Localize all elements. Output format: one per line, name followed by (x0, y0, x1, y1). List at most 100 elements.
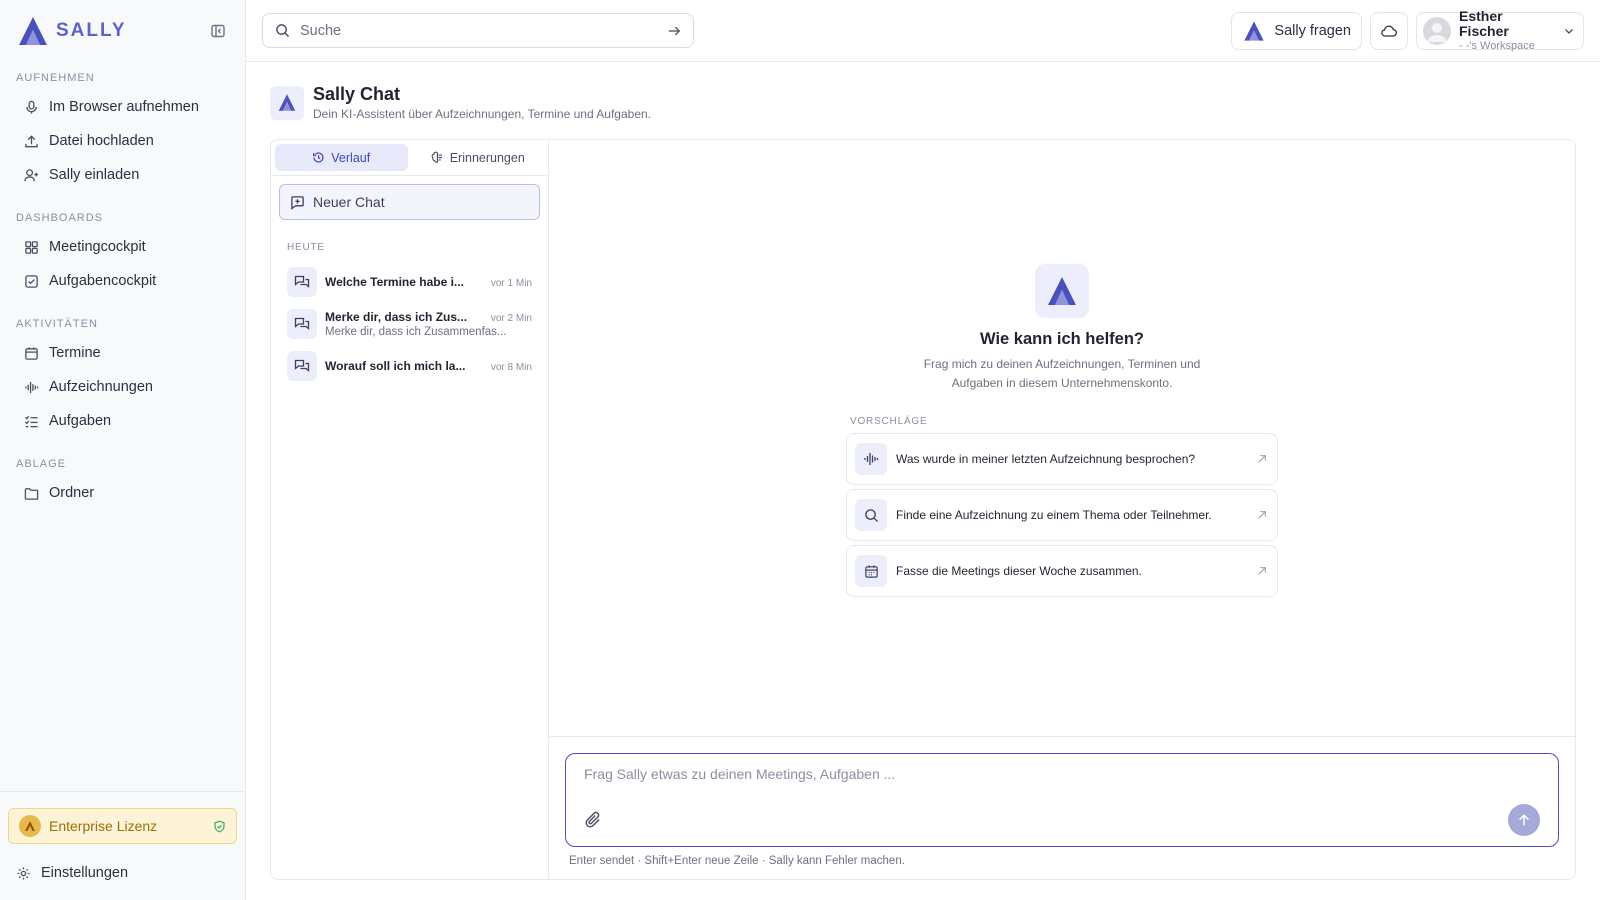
arrow-up-right-icon (1258, 455, 1266, 463)
history-item-time: vor 2 Min (490, 313, 532, 324)
sidebar-item-label: Aufgabencockpit (49, 273, 157, 289)
user-plus-icon (24, 168, 39, 181)
ask-sally-button[interactable]: Sally fragen (1231, 11, 1362, 50)
suggestion-item[interactable]: Fasse die Meetings dieser Woche zusammen… (846, 545, 1278, 598)
sidebar-item-einstellungen[interactable]: Einstellungen (8, 856, 237, 890)
sidebar-item-meetingcockpit[interactable]: Meetingcockpit (16, 230, 229, 264)
chevron-down-icon (1565, 28, 1573, 34)
microphone-icon (26, 100, 37, 114)
search-box[interactable] (262, 13, 694, 48)
arrow-right-icon[interactable] (667, 24, 681, 38)
section-label: ABLAGE (16, 458, 67, 470)
chat-panel: Verlauf Erinnerungen Neuer Chat HEUTE We… (270, 139, 1576, 880)
hero-title: Wie kann ich helfen? (980, 330, 1144, 348)
sidebar-item-label: Im Browser aufnehmen (49, 99, 199, 115)
sidebar-item-label: Datei hochladen (49, 133, 154, 149)
sidebar-item-termine[interactable]: Termine (16, 336, 229, 370)
brand-logo[interactable]: SALLY (16, 15, 127, 47)
waveform-icon (855, 443, 887, 476)
chat-bubbles-icon (287, 351, 317, 381)
sally-chat-logo (270, 85, 304, 120)
history-item-time: vor 1 Min (490, 278, 532, 289)
suggestion-text: Finde eine Aufzeichnung zu einem Thema o… (896, 508, 1212, 523)
history-item[interactable]: Welche Termine habe i... vor 1 Min (271, 261, 548, 303)
sidebar-section-aufnehmen: AUFNEHMEN Im Browser aufnehmen Datei hoc… (0, 62, 245, 192)
user-name: Esther Fischer (1459, 8, 1509, 40)
sidebar-footer: Enterprise Lizenz Einstellungen (0, 791, 245, 900)
search-icon (855, 499, 887, 532)
section-label: DASHBOARDS (16, 212, 104, 224)
user-workspace: - -'s Workspace (1459, 39, 1535, 52)
user-menu[interactable]: Esther Fischer - -'s Workspace (1416, 8, 1584, 52)
content: Sally Chat Dein KI-Assistent über Aufzei… (246, 62, 1600, 900)
composer-hint: Enter sendet · Shift+Enter neue Zeile · … (569, 855, 905, 867)
checkbox-icon (25, 274, 38, 288)
history-panel: Verlauf Erinnerungen Neuer Chat HEUTE We… (271, 140, 549, 879)
composer-area: Enter sendet · Shift+Enter neue Zeile · … (549, 736, 1575, 879)
sally-logo-icon (19, 17, 47, 45)
shield-check-icon (214, 820, 225, 832)
arrow-up-right-icon (1258, 567, 1266, 575)
sidebar-item-label: Aufzeichnungen (49, 379, 153, 395)
sidebar: SALLY AUFNEHMEN Im Browser aufnehmen Dat… (0, 0, 246, 900)
arrow-up-icon (1519, 814, 1529, 826)
upload-icon (25, 134, 38, 147)
sidebar-collapse-icon[interactable] (207, 20, 229, 42)
chat-bubbles-icon (287, 267, 317, 297)
ask-sally-label: Sally fragen (1274, 22, 1351, 39)
topbar-actions: Sally fragen Esther Fischer - -'s Worksp… (1231, 8, 1584, 52)
suggestion-text: Was wurde in meiner letzten Aufzeichnung… (896, 452, 1196, 467)
page-title: Sally Chat (313, 84, 401, 104)
calendar-icon (855, 555, 887, 588)
brand-name: SALLY (56, 20, 127, 41)
cloud-button[interactable] (1370, 11, 1408, 50)
tab-verlauf[interactable]: Verlauf (275, 144, 408, 171)
arrow-up-right-icon (1258, 511, 1266, 519)
folder-icon (24, 487, 39, 500)
hero-logo (1035, 264, 1089, 318)
sidebar-item-ordner[interactable]: Ordner (16, 476, 229, 510)
suggestion-item[interactable]: Finde eine Aufzeichnung zu einem Thema o… (846, 489, 1278, 542)
new-chat-label: Neuer Chat (313, 194, 385, 210)
sidebar-item-datei-hochladen[interactable]: Datei hochladen (16, 124, 229, 158)
user-avatar-icon (1427, 22, 1447, 42)
history-item[interactable]: Merke dir, dass ich Zus... vor 2 Min Mer… (271, 303, 548, 345)
brain-icon (431, 151, 442, 163)
sidebar-item-label: Einstellungen (41, 865, 129, 881)
suggestions-label: VORSCHLÄGE (850, 416, 928, 428)
search-input[interactable] (300, 22, 657, 39)
tab-erinnerungen[interactable]: Erinnerungen (412, 144, 545, 171)
license-label: Enterprise Lizenz (49, 818, 158, 834)
avatar (1423, 16, 1451, 45)
history-item-preview: Merke dir, dass ich Zusammenfas... (325, 326, 507, 338)
sidebar-item-aufzeichnungen[interactable]: Aufzeichnungen (16, 370, 229, 404)
send-button[interactable] (1508, 804, 1540, 836)
cloud-icon (1381, 25, 1397, 37)
message-plus-icon (291, 195, 304, 210)
page-header: Sally Chat Dein KI-Assistent über Aufzei… (270, 84, 1576, 121)
license-badge[interactable]: Enterprise Lizenz (8, 808, 237, 844)
suggestion-item[interactable]: Was wurde in meiner letzten Aufzeichnung… (846, 433, 1278, 486)
chat-bubbles-icon (287, 309, 317, 339)
topbar: Sally fragen Esther Fischer - -'s Worksp… (246, 0, 1600, 62)
sidebar-item-im-browser-aufnehmen[interactable]: Im Browser aufnehmen (16, 90, 229, 124)
sidebar-item-sally-einladen[interactable]: Sally einladen (16, 158, 229, 192)
sidebar-item-aufgabencockpit[interactable]: Aufgabencockpit (16, 264, 229, 298)
suggestions: VORSCHLÄGE Was wurde in meiner letzten A… (846, 416, 1278, 601)
sidebar-item-aufgaben[interactable]: Aufgaben (16, 404, 229, 438)
section-label: AUFNEHMEN (16, 72, 95, 84)
history-tabs: Verlauf Erinnerungen (271, 140, 548, 176)
history-item-title: Merke dir, dass ich Zus... (325, 310, 468, 324)
sidebar-item-label: Sally einladen (49, 167, 140, 183)
sally-logo-icon (278, 94, 296, 111)
history-item-title: Welche Termine habe i... (325, 275, 464, 289)
new-chat-button[interactable]: Neuer Chat (279, 184, 540, 220)
sally-logo-icon (1048, 277, 1076, 305)
sidebar-item-label: Ordner (49, 485, 95, 501)
history-item[interactable]: Worauf soll ich mich la... vor 8 Min (271, 345, 548, 387)
paperclip-icon[interactable] (584, 811, 602, 829)
sidebar-item-label: Meetingcockpit (49, 239, 146, 255)
chat-empty-state: Wie kann ich helfen? Frag mich zu deinen… (549, 140, 1575, 736)
message-input[interactable] (584, 766, 1540, 790)
calendar-icon (25, 346, 38, 360)
